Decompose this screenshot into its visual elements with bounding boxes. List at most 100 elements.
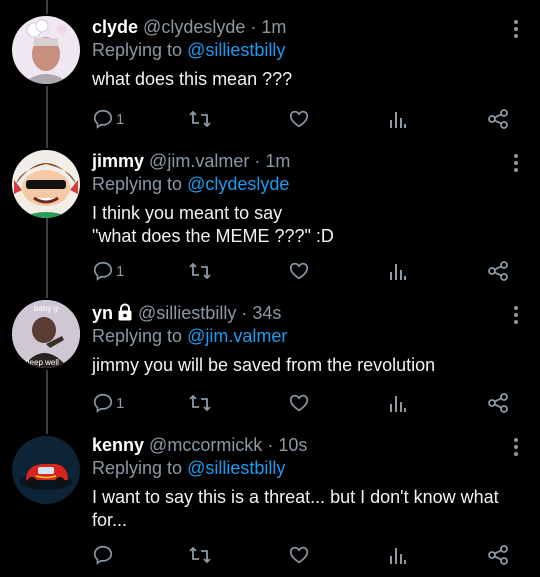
reply-icon bbox=[93, 109, 113, 129]
tweet-text-line: what does this mean ??? bbox=[92, 69, 293, 89]
reply-count: 1 bbox=[116, 110, 125, 128]
avatar[interactable] bbox=[12, 16, 80, 84]
tweet-text: I think you meant to say "what does the … bbox=[92, 202, 500, 248]
like-button[interactable] bbox=[288, 106, 310, 132]
avatar-image bbox=[12, 436, 80, 504]
avatar-caption-top: baby g bbox=[34, 304, 58, 313]
reply-button[interactable]: 1 bbox=[92, 106, 124, 132]
retweet-button[interactable] bbox=[188, 542, 212, 568]
retweet-icon bbox=[189, 546, 211, 564]
tweet-text-line: "what does the MEME ???" :D bbox=[92, 226, 334, 246]
tweet-header: clyde @clydeslyde · 1m bbox=[92, 16, 500, 39]
tweet-text-line: I want to say this is a threat... but I … bbox=[92, 487, 499, 507]
avatar-image bbox=[12, 16, 80, 84]
avatar[interactable] bbox=[12, 150, 80, 218]
share-button[interactable] bbox=[486, 542, 510, 568]
heart-icon bbox=[289, 394, 309, 412]
analytics-icon bbox=[390, 264, 406, 280]
heart-icon bbox=[289, 546, 309, 564]
reply-icon bbox=[93, 545, 113, 565]
replying-to: Replying to @jim.valmer bbox=[92, 325, 500, 348]
replying-to: Replying to @silliestbilly bbox=[92, 457, 500, 480]
reply-button[interactable] bbox=[92, 542, 116, 568]
tweet[interactable]: kenny @mccormickk · 10s Replying to @sil… bbox=[0, 430, 540, 577]
like-button[interactable] bbox=[288, 542, 310, 568]
tweet[interactable]: baby g deep well yn @silliestbilly · 34s… bbox=[0, 290, 540, 430]
separator-dot: · bbox=[267, 435, 274, 455]
tweet[interactable]: jimmy @jim.valmer · 1m Replying to @clyd… bbox=[0, 140, 540, 290]
retweet-button[interactable] bbox=[188, 258, 212, 284]
share-icon bbox=[488, 545, 508, 565]
timestamp[interactable]: 34s bbox=[252, 303, 281, 323]
share-button[interactable] bbox=[486, 258, 510, 284]
views-button[interactable] bbox=[388, 542, 408, 568]
replying-to-mention[interactable]: @silliestbilly bbox=[187, 458, 285, 478]
user-handle[interactable]: @jim.valmer bbox=[149, 151, 249, 171]
like-button[interactable] bbox=[288, 258, 310, 284]
retweet-button[interactable] bbox=[188, 390, 212, 416]
display-name[interactable]: clyde bbox=[92, 17, 138, 37]
tweet-text: I want to say this is a threat... but I … bbox=[92, 486, 506, 532]
avatar-image: baby g deep well bbox=[12, 300, 80, 368]
tweet-text: jimmy you will be saved from the revolut… bbox=[92, 354, 500, 377]
more-options-icon[interactable] bbox=[512, 306, 520, 327]
replying-to-mention[interactable]: @jim.valmer bbox=[187, 326, 287, 346]
tweet-actions bbox=[0, 542, 540, 568]
user-handle[interactable]: @mccormickk bbox=[149, 435, 262, 455]
replying-to-label: Replying to bbox=[92, 458, 183, 478]
tweet-text-line: I think you meant to say bbox=[92, 203, 283, 223]
retweet-icon bbox=[189, 262, 211, 280]
timestamp[interactable]: 10s bbox=[278, 435, 307, 455]
share-button[interactable] bbox=[486, 390, 510, 416]
display-name[interactable]: kenny bbox=[92, 435, 144, 455]
user-handle[interactable]: @silliestbilly bbox=[138, 303, 236, 323]
separator-dot: · bbox=[250, 17, 257, 37]
like-button[interactable] bbox=[288, 390, 310, 416]
user-handle[interactable]: @clydeslyde bbox=[143, 17, 245, 37]
more-options-icon[interactable] bbox=[512, 438, 520, 459]
avatar-caption-bottom: deep well bbox=[25, 358, 59, 367]
more-options-icon[interactable] bbox=[512, 20, 520, 41]
reply-button[interactable]: 1 bbox=[92, 390, 124, 416]
avatar-image bbox=[12, 150, 80, 218]
tweet-header: kenny @mccormickk · 10s bbox=[92, 434, 500, 457]
display-name[interactable]: yn bbox=[92, 303, 113, 323]
tweet-actions: 1 bbox=[0, 390, 540, 416]
retweet-button[interactable] bbox=[188, 106, 212, 132]
reply-icon bbox=[93, 261, 113, 281]
share-icon bbox=[488, 393, 508, 413]
share-icon bbox=[488, 261, 508, 281]
views-button[interactable] bbox=[388, 106, 408, 132]
reply-icon bbox=[93, 393, 113, 413]
analytics-icon bbox=[390, 396, 406, 412]
heart-icon bbox=[289, 110, 309, 128]
timestamp[interactable]: 1m bbox=[265, 151, 290, 171]
retweet-icon bbox=[189, 110, 211, 128]
views-button[interactable] bbox=[388, 390, 408, 416]
share-button[interactable] bbox=[486, 106, 510, 132]
tweet-header: yn @silliestbilly · 34s bbox=[92, 302, 500, 325]
timestamp[interactable]: 1m bbox=[261, 17, 286, 37]
lock-icon bbox=[118, 303, 132, 321]
replying-to-label: Replying to bbox=[92, 174, 183, 194]
views-button[interactable] bbox=[388, 258, 408, 284]
avatar[interactable]: baby g deep well bbox=[12, 300, 80, 368]
analytics-icon bbox=[390, 548, 406, 564]
replying-to-mention[interactable]: @clydeslyde bbox=[187, 174, 289, 194]
avatar[interactable] bbox=[12, 436, 80, 504]
replying-to: Replying to @clydeslyde bbox=[92, 173, 500, 196]
display-name[interactable]: jimmy bbox=[92, 151, 144, 171]
tweet[interactable]: clyde @clydeslyde · 1m Replying to @sill… bbox=[0, 0, 540, 140]
heart-icon bbox=[289, 262, 309, 280]
reply-count: 1 bbox=[116, 394, 125, 412]
replying-to-mention[interactable]: @silliestbilly bbox=[187, 40, 285, 60]
tweet-header: jimmy @jim.valmer · 1m bbox=[92, 150, 500, 173]
share-icon bbox=[488, 109, 508, 129]
tweet-text-line: jimmy you will be saved from the revolut… bbox=[92, 355, 436, 375]
replying-to-label: Replying to bbox=[92, 326, 183, 346]
separator-dot: · bbox=[241, 303, 248, 323]
replying-to-label: Replying to bbox=[92, 40, 183, 60]
more-options-icon[interactable] bbox=[512, 154, 520, 175]
separator-dot: · bbox=[254, 151, 261, 171]
reply-button[interactable]: 1 bbox=[92, 258, 124, 284]
